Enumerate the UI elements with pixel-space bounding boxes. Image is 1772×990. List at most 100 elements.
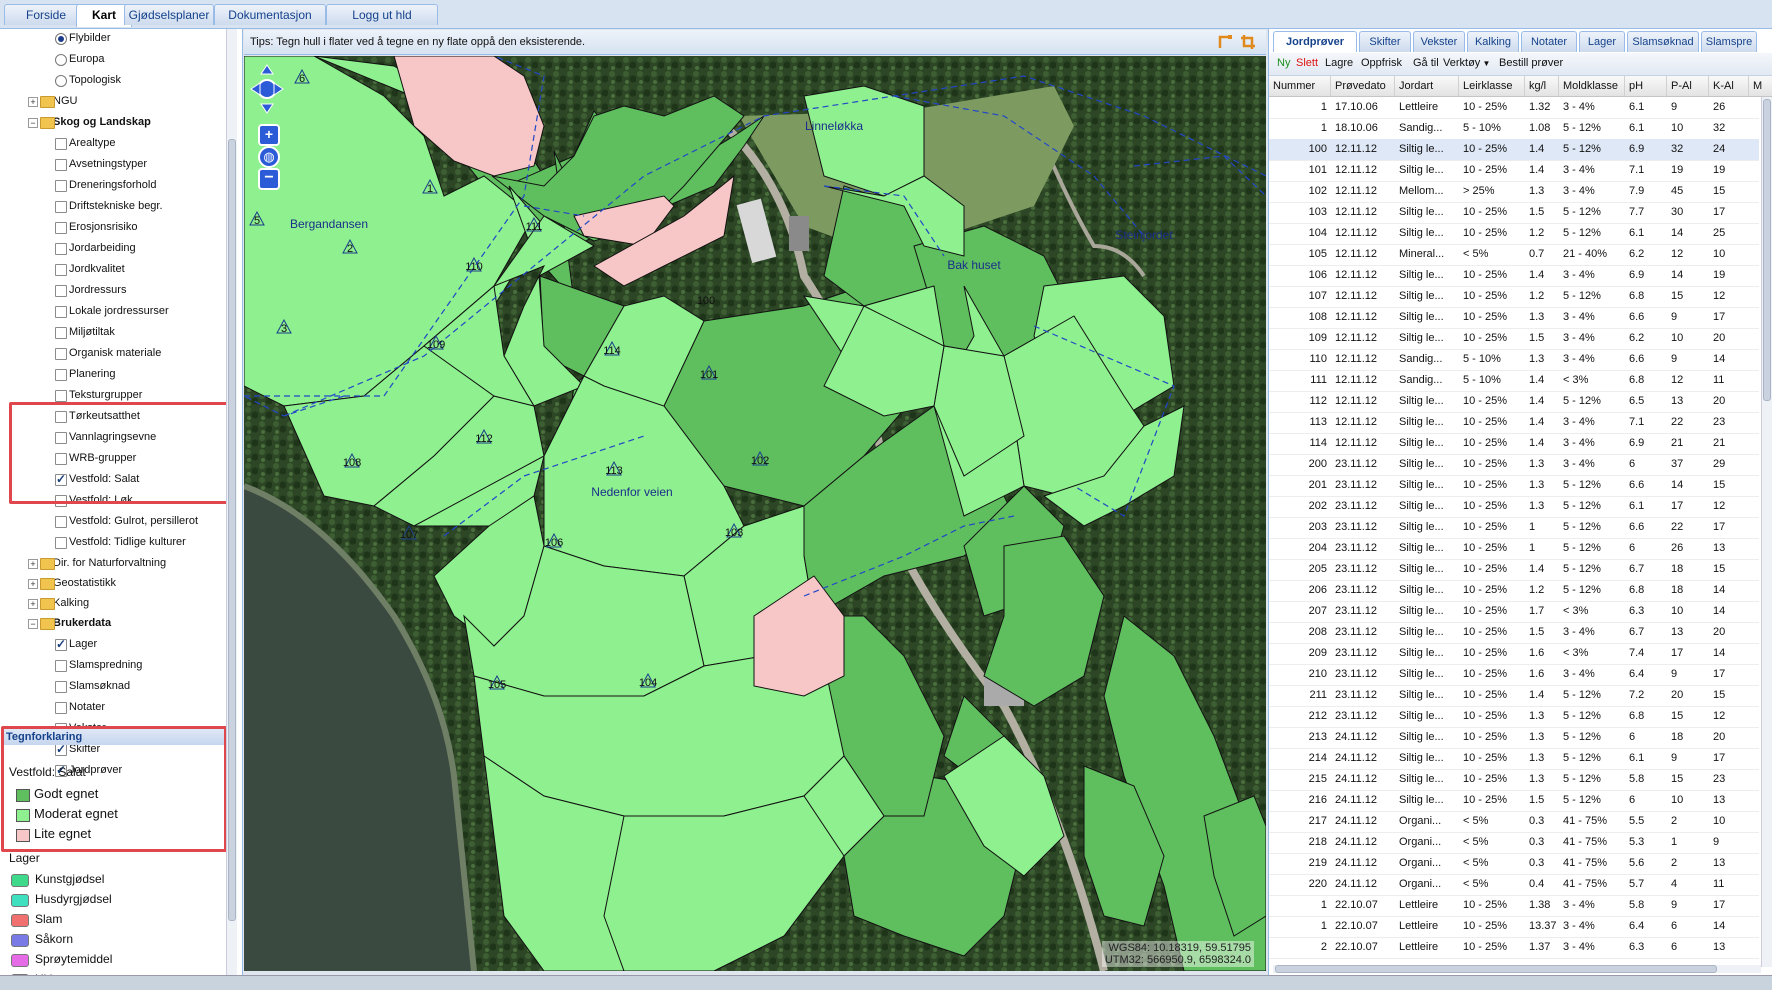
order-samples-button[interactable]: Bestill prøver: [1499, 57, 1563, 69]
column-header-4[interactable]: kg/l: [1525, 76, 1559, 96]
table-row[interactable]: 100 12.11.12 Siltig le... 10 - 25% 1.4 5 - 12…: [1269, 139, 1759, 161]
delete-button[interactable]: Slett: [1296, 57, 1318, 69]
globe-icon[interactable]: ◍: [258, 146, 280, 168]
table-row[interactable]: 201 23.11.12 Siltig le... 10 - 25% 1.3 5 - 12…: [1269, 475, 1759, 497]
table-row[interactable]: 220 24.11.12 Organi... < 5% 0.4 41 - 75% 5.7 4 1…: [1269, 874, 1759, 896]
grid-h-scrollbar-thumb[interactable]: [1275, 965, 1717, 973]
data-tab-2[interactable]: Vekster: [1413, 31, 1465, 52]
data-tab-7[interactable]: Slamspre: [1701, 31, 1757, 52]
tree-scrollbar-thumb[interactable]: [228, 139, 236, 921]
table-row[interactable]: 109 12.11.12 Siltig le... 10 - 25% 1.5 3 - 4%…: [1269, 328, 1759, 350]
table-row[interactable]: 208 23.11.12 Siltig le... 10 - 25% 1.5 3 - 4%…: [1269, 622, 1759, 644]
layer-skog-6[interactable]: Jordkvalitet: [55, 261, 125, 277]
table-row[interactable]: 209 23.11.12 Siltig le... 10 - 25% 1.6 < 3% 7.…: [1269, 643, 1759, 665]
radio-layer-1[interactable]: Europa: [55, 51, 104, 67]
table-row[interactable]: 1 22.10.07 Lettleire 10 - 25% 1.38 3 - 4% 5.8 9…: [1269, 895, 1759, 917]
table-row[interactable]: 207 23.11.12 Siltig le... 10 - 25% 1.7 < 3% 6.…: [1269, 601, 1759, 623]
expander-icon[interactable]: +: [28, 559, 38, 569]
layer-skog-11[interactable]: Planering: [55, 366, 115, 382]
layer-skog-5[interactable]: Jordarbeiding: [55, 240, 136, 256]
layer-brukerdata-1[interactable]: Slamspredning: [55, 657, 142, 673]
zoom-in-button[interactable]: +: [258, 124, 280, 146]
checkbox-icon[interactable]: [55, 681, 67, 693]
checkbox-icon[interactable]: [55, 516, 67, 528]
table-row[interactable]: 110 12.11.12 Sandig... 5 - 10% 1.3 3 - 4% 6.6 9…: [1269, 349, 1759, 371]
expander-icon[interactable]: −: [28, 118, 38, 128]
table-row[interactable]: 205 23.11.12 Siltig le... 10 - 25% 1.4 5 - 12…: [1269, 559, 1759, 581]
tab-gjodselsplaner[interactable]: Gjødselsplaner: [124, 4, 214, 25]
table-row[interactable]: 104 12.11.12 Siltig le... 10 - 25% 1.2 5 - 12…: [1269, 223, 1759, 245]
table-row[interactable]: 112 12.11.12 Siltig le... 10 - 25% 1.4 5 - 12…: [1269, 391, 1759, 413]
checkbox-icon[interactable]: [55, 264, 67, 276]
table-row[interactable]: 210 23.11.12 Siltig le... 10 - 25% 1.6 3 - 4%…: [1269, 664, 1759, 686]
layer-skog-12[interactable]: Teksturgrupper: [55, 387, 142, 403]
table-row[interactable]: 214 24.11.12 Siltig le... 10 - 25% 1.3 5 - 12…: [1269, 748, 1759, 770]
checkbox-icon[interactable]: [55, 159, 67, 171]
radio-icon[interactable]: [55, 54, 67, 66]
checkbox-icon[interactable]: [55, 660, 67, 672]
table-row[interactable]: 107 12.11.12 Siltig le... 10 - 25% 1.2 5 - 12…: [1269, 286, 1759, 308]
column-header-0[interactable]: Nummer: [1269, 76, 1331, 96]
checkbox-icon[interactable]: [55, 327, 67, 339]
table-row[interactable]: 105 12.11.12 Mineral... < 5% 0.7 21 - 40% 6.2 1…: [1269, 244, 1759, 266]
expander-icon[interactable]: +: [28, 579, 38, 589]
table-row[interactable]: 213 24.11.12 Siltig le... 10 - 25% 1.3 5 - 12…: [1269, 727, 1759, 749]
checkbox-icon[interactable]: [55, 702, 67, 714]
layer-brukerdata-3[interactable]: Notater: [55, 699, 105, 715]
table-row[interactable]: 111 12.11.12 Sandig... 5 - 10% 1.4 < 3% 6.8 12 1…: [1269, 370, 1759, 392]
layer-skog-9[interactable]: Miljøtiltak: [55, 324, 115, 340]
tree-scrollbar[interactable]: [226, 29, 237, 975]
checkbox-icon[interactable]: [55, 138, 67, 150]
folder-brukerdata[interactable]: − Brukerdata: [28, 615, 111, 631]
data-tab-0[interactable]: Jordprøver: [1273, 31, 1357, 52]
checkbox-icon[interactable]: [55, 369, 67, 381]
layer-skog-7[interactable]: Jordressurs: [55, 282, 126, 298]
checkbox-icon[interactable]: [55, 348, 67, 360]
checkbox-icon[interactable]: [55, 306, 67, 318]
table-row[interactable]: 219 24.11.12 Organi... < 5% 0.3 41 - 75% 5.6 2 1…: [1269, 853, 1759, 875]
table-row[interactable]: 216 24.11.12 Siltig le... 10 - 25% 1.5 5 - 12…: [1269, 790, 1759, 812]
radio-layer-0[interactable]: Flybilder: [55, 30, 111, 46]
folder-skog-og-landskap[interactable]: − Skog og Landskap: [28, 114, 151, 130]
data-tab-6[interactable]: Slamsøknad: [1627, 31, 1699, 52]
checkbox-icon[interactable]: [55, 390, 67, 402]
data-tab-1[interactable]: Skifter: [1359, 31, 1411, 52]
table-row[interactable]: 204 23.11.12 Siltig le... 10 - 25% 1 5 - 12% 6…: [1269, 538, 1759, 560]
table-row[interactable]: 1 17.10.06 Lettleire 10 - 25% 1.32 3 - 4% 6.1 9…: [1269, 97, 1759, 119]
layer-skog-10[interactable]: Organisk materiale: [55, 345, 161, 361]
checkbox-icon[interactable]: [55, 180, 67, 192]
radio-icon[interactable]: [55, 75, 67, 87]
layer-skog-1[interactable]: Avsetningstyper: [55, 156, 147, 172]
data-tab-3[interactable]: Kalking: [1467, 31, 1519, 52]
checkbox-icon[interactable]: [55, 222, 67, 234]
table-row[interactable]: 211 23.11.12 Siltig le... 10 - 25% 1.4 5 - 12…: [1269, 685, 1759, 707]
layer-brukerdata-0[interactable]: Lager: [55, 636, 97, 652]
expander-icon[interactable]: +: [28, 599, 38, 609]
layer-skog-0[interactable]: Arealtype: [55, 135, 115, 151]
table-row[interactable]: 101 12.11.12 Siltig le... 10 - 25% 1.4 3 - 4%…: [1269, 160, 1759, 182]
layer-skog-18[interactable]: Vestfold: Gulrot, persillerot: [55, 513, 198, 529]
checkbox-icon[interactable]: [55, 243, 67, 255]
column-header-5[interactable]: Moldklasse: [1559, 76, 1625, 96]
tools-menu-button[interactable]: Verktøy ▼: [1443, 57, 1490, 69]
layer-brukerdata-2[interactable]: Slamsøknad: [55, 678, 130, 694]
layer-skog-3[interactable]: Driftstekniske begr.: [55, 198, 163, 214]
table-row[interactable]: 206 23.11.12 Siltig le... 10 - 25% 1.2 5 - 12…: [1269, 580, 1759, 602]
draw-line-icon[interactable]: [1218, 34, 1234, 50]
column-header-3[interactable]: Leirklasse: [1459, 76, 1525, 96]
column-header-6[interactable]: pH: [1625, 76, 1667, 96]
save-button[interactable]: Lagre: [1325, 57, 1353, 69]
zoom-out-button[interactable]: −: [258, 168, 280, 190]
new-button[interactable]: Ny: [1277, 57, 1290, 69]
column-header-7[interactable]: P-Al: [1667, 76, 1709, 96]
tab-logg-ut[interactable]: Logg ut hld: [326, 4, 438, 25]
folder-ngu[interactable]: + NGU: [28, 93, 77, 109]
checkbox-icon[interactable]: [55, 201, 67, 213]
table-row[interactable]: 106 12.11.12 Siltig le... 10 - 25% 1.4 3 - 4%…: [1269, 265, 1759, 287]
column-header-2[interactable]: Jordart: [1395, 76, 1459, 96]
table-row[interactable]: 108 12.11.12 Siltig le... 10 - 25% 1.3 3 - 4%…: [1269, 307, 1759, 329]
layer-skog-19[interactable]: Vestfold: Tidlige kulturer: [55, 534, 186, 550]
checkbox-icon[interactable]: [55, 285, 67, 297]
column-header-1[interactable]: Prøvedato: [1331, 76, 1395, 96]
pan-control[interactable]: [250, 64, 284, 114]
